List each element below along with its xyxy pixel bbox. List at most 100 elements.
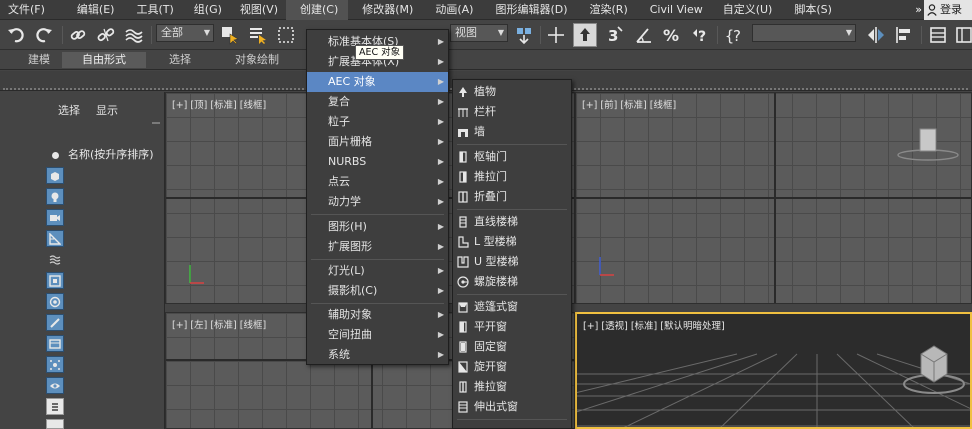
spinner-snap-icon[interactable]: ? — [688, 23, 712, 47]
menu-item-nurbs[interactable]: NURBS ▶ — [307, 152, 448, 172]
explorer-collapse-handle[interactable] — [152, 122, 160, 126]
login-button[interactable]: 登录 — [924, 0, 972, 20]
aec-item-l-type-stair[interactable]: L 型楼梯 — [453, 232, 571, 252]
aec-item-sliding-door[interactable]: 推拉门 — [453, 167, 571, 187]
viewport-perspective-label[interactable]: [+] [透视] [标准] [默认明暗处理] — [583, 318, 725, 332]
submenu-arrow-icon: ▶ — [437, 137, 444, 146]
explorer-tab-display[interactable]: 显示 — [96, 102, 118, 118]
aec-item-spiral-stair[interactable]: 螺旋楼梯 — [453, 272, 571, 292]
name-column-header[interactable]: 名称(按升序排序) — [44, 146, 158, 164]
menu-item-cameras[interactable]: 摄影机(C) ▶ — [307, 281, 448, 301]
viewport-perspective[interactable]: [+] [透视] [标准] [默认明暗处理] — [575, 312, 972, 429]
menu-item-dynamics[interactable]: 动力学 ▶ — [307, 192, 448, 212]
menu-item-shapes[interactable]: 图形(H) ▶ — [307, 217, 448, 237]
viewcube-icon[interactable] — [892, 123, 964, 163]
menu-item-systems[interactable]: 系统 ▶ — [307, 345, 448, 365]
viewcube-icon[interactable] — [899, 340, 969, 396]
viewport-front[interactable]: [+] [前] [标准] [线框] — [575, 92, 972, 304]
aec-item-sliding-window[interactable]: 推拉窗 — [453, 377, 571, 397]
named-selection-set-select[interactable]: ▼ — [752, 24, 856, 42]
keyboard-shortcut-override-icon[interactable] — [573, 23, 597, 47]
bind-space-warp-icon[interactable] — [122, 23, 146, 47]
aec-item-bifold-door[interactable]: 折叠门 — [453, 187, 571, 207]
select-by-name-icon[interactable] — [246, 23, 270, 47]
display-space-warps-icon[interactable] — [46, 251, 64, 268]
pivot-center-icon[interactable] — [512, 23, 536, 47]
tab-object-paint[interactable]: 对象绘制 — [222, 52, 292, 68]
display-helpers-icon[interactable] — [46, 230, 64, 247]
menu-item-point-cloud[interactable]: 点云 ▶ — [307, 172, 448, 192]
aec-item-wall[interactable]: 墙 — [453, 122, 571, 142]
display-particles-icon[interactable] — [46, 356, 64, 373]
display-xrefs-icon[interactable] — [46, 293, 64, 310]
display-cameras-icon[interactable] — [46, 209, 64, 226]
tab-selection[interactable]: 选择 — [150, 52, 210, 68]
rectangular-selection-icon[interactable] — [274, 23, 298, 47]
menu-item-compound[interactable]: 复合 ▶ — [307, 92, 448, 112]
aec-item-awning-window[interactable]: 遮篷式窗 — [453, 297, 571, 317]
angle-snap-icon[interactable] — [632, 23, 656, 47]
link-icon[interactable] — [66, 23, 90, 47]
menu-item-aec-objects[interactable]: AEC 对象 ▶ — [307, 72, 448, 92]
layer-explorer-icon[interactable] — [952, 23, 972, 47]
display-none-icon[interactable] — [46, 419, 64, 429]
display-bones-icon[interactable] — [46, 314, 64, 331]
menu-file[interactable]: 文件(F) — [0, 0, 53, 20]
viewport-left-label[interactable]: [+] [左] [标准] [线框] — [172, 317, 266, 331]
tab-modeling[interactable]: 建模 — [14, 52, 64, 68]
mirror-icon[interactable] — [864, 23, 888, 47]
menu-modifiers[interactable]: 修改器(M) — [348, 0, 421, 20]
menu-rendering[interactable]: 渲染(R) — [576, 0, 636, 20]
undo-icon[interactable] — [4, 23, 28, 47]
redo-icon[interactable] — [32, 23, 56, 47]
menu-graph-editors[interactable]: 图形编辑器(D) — [481, 0, 575, 20]
edit-named-selection-icon[interactable]: {? — [722, 23, 746, 47]
create-menu-dropdown: 标准基本体(S) ▶ 扩展基本体(X) ▶ AEC 对象 ▶ 复合 ▶ 粒子 ▶ 面片栅格… — [306, 29, 449, 365]
menu-group[interactable]: 组(G) — [182, 0, 230, 20]
reference-coordinate-select[interactable]: 视图 ▼ — [450, 24, 508, 42]
aec-item-foliage[interactable]: 植物 — [453, 82, 571, 102]
selection-filter-select[interactable]: 全部 ▼ — [156, 24, 214, 42]
select-object-icon[interactable] — [218, 23, 242, 47]
aec-item-u-type-stair[interactable]: U 型楼梯 — [453, 252, 571, 272]
align-icon[interactable] — [892, 23, 916, 47]
viewport-top-label[interactable]: [+] [顶] [标准] [线框] — [172, 97, 266, 111]
display-all-icon[interactable] — [46, 398, 64, 415]
menu-views[interactable]: 视图(V) — [230, 0, 286, 20]
aec-item-pivoted-window[interactable]: 旋开窗 — [453, 357, 571, 377]
tab-freeform[interactable]: 自由形式 — [62, 52, 146, 68]
menu-edit[interactable]: 编辑(E) — [53, 0, 123, 20]
display-containers-icon[interactable] — [46, 335, 64, 352]
percent-snap-icon[interactable]: % — [660, 23, 684, 47]
aec-item-pivot-door[interactable]: 枢轴门 — [453, 147, 571, 167]
aec-item-straight-stair[interactable]: 直线楼梯 — [453, 212, 571, 232]
menu-create[interactable]: 创建(C) — [286, 0, 349, 20]
display-lights-icon[interactable] — [46, 188, 64, 205]
submenu-arrow-icon: ▶ — [437, 222, 444, 231]
aec-item-railing[interactable]: 栏杆 — [453, 102, 571, 122]
aec-item-fixed-window[interactable]: 固定窗 — [453, 337, 571, 357]
aec-item-casement-window[interactable]: 平开窗 — [453, 317, 571, 337]
menu-tools[interactable]: 工具(T) — [122, 0, 181, 20]
aec-item-projected-window[interactable]: 伸出式窗 — [453, 397, 571, 417]
menu-customize[interactable]: 自定义(U) — [711, 0, 781, 20]
menu-item-patch-grids[interactable]: 面片栅格 ▶ — [307, 132, 448, 152]
menu-item-particles[interactable]: 粒子 ▶ — [307, 112, 448, 132]
viewport-front-label[interactable]: [+] [前] [标准] [线框] — [582, 97, 676, 111]
menu-scripting[interactable]: 脚本(S) — [780, 0, 840, 20]
select-manipulate-icon[interactable] — [544, 23, 568, 47]
menu-item-extended-shapes[interactable]: 扩展图形 ▶ — [307, 237, 448, 257]
display-groups-icon[interactable] — [46, 272, 64, 289]
menu-overflow-chevron[interactable]: » — [915, 0, 922, 20]
display-hidden-icon[interactable] — [46, 377, 64, 394]
snaps-toggle-icon[interactable]: 3 — [604, 23, 628, 47]
menu-animation[interactable]: 动画(A) — [421, 0, 481, 20]
display-geometry-icon[interactable] — [46, 167, 64, 184]
menu-item-space-warps[interactable]: 空间扭曲 ▶ — [307, 325, 448, 345]
menu-item-lights[interactable]: 灯光(L) ▶ — [307, 261, 448, 281]
unlink-icon[interactable] — [94, 23, 118, 47]
explorer-tab-select[interactable]: 选择 — [58, 102, 80, 118]
menu-item-helpers[interactable]: 辅助对象 ▶ — [307, 305, 448, 325]
menu-civil-view[interactable]: Civil View — [636, 0, 711, 20]
scene-explorer-toggle-icon[interactable] — [926, 23, 950, 47]
